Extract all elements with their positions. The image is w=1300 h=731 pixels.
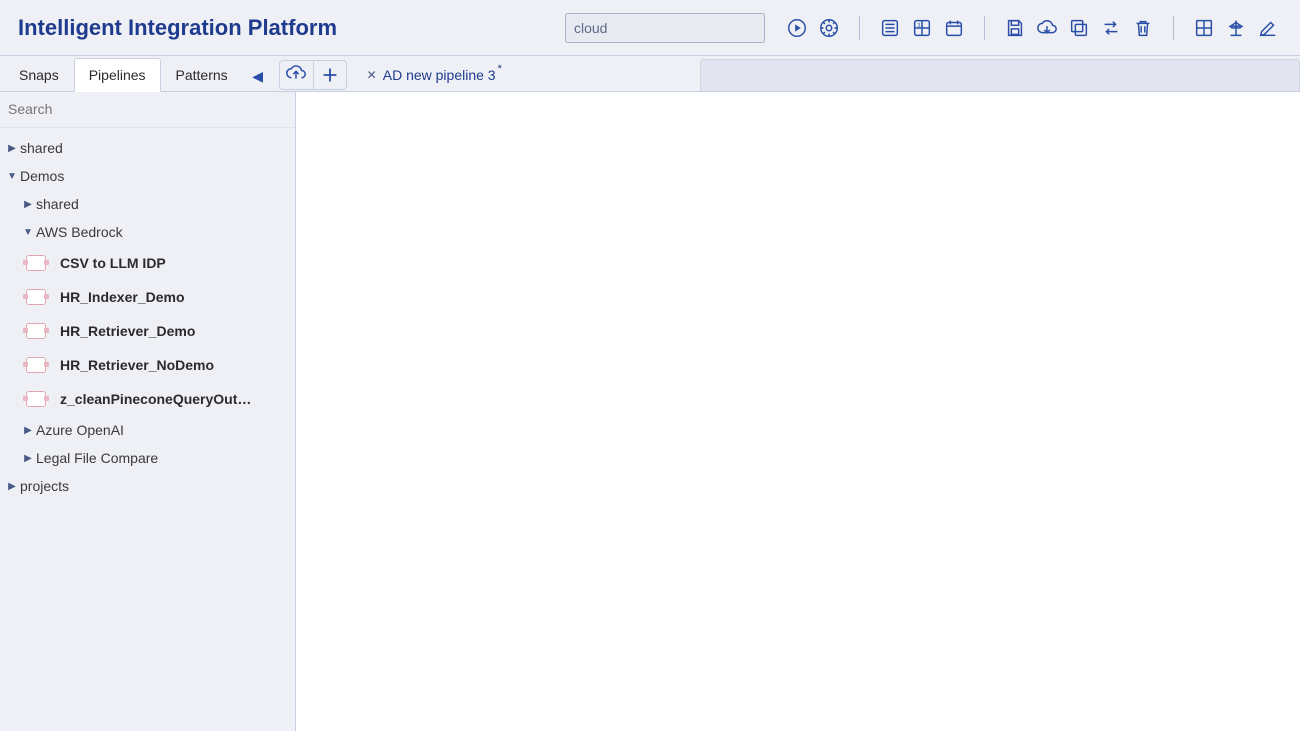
tree-label: Azure OpenAI: [36, 422, 124, 438]
svg-text:31: 31: [917, 23, 923, 29]
swap-icon[interactable]: [1097, 14, 1125, 42]
edit-icon[interactable]: [1254, 14, 1282, 42]
unsaved-indicator-icon: *: [498, 63, 502, 75]
sidebar: ▶ shared ▼ Demos ▶ shared ▼ AWS Bedrock …: [0, 92, 296, 731]
close-tab-icon[interactable]: ✕: [367, 68, 377, 82]
calendar-icon[interactable]: [940, 14, 968, 42]
list-icon[interactable]: [876, 14, 904, 42]
add-icon[interactable]: [313, 60, 347, 90]
tree-label: Legal File Compare: [36, 450, 158, 466]
tree-label: projects: [20, 478, 69, 494]
tree-node-aws-bedrock[interactable]: ▼ AWS Bedrock: [0, 218, 295, 246]
pipeline-label: z_cleanPineconeQueryOut…: [60, 391, 251, 407]
chevron-right-icon: ▶: [4, 143, 20, 154]
trash-icon[interactable]: [1129, 14, 1157, 42]
sidebar-search-input[interactable]: [6, 100, 285, 118]
top-search: [565, 13, 765, 43]
tab-pipelines[interactable]: Pipelines: [74, 58, 161, 92]
chevron-right-icon: ▶: [20, 425, 36, 436]
chevron-down-icon: ▼: [4, 171, 20, 182]
pipeline-icon: [22, 388, 50, 410]
second-bar: Snaps Pipelines Patterns ◀ ✕ AD new pipe…: [0, 56, 1300, 92]
pipeline-label: HR_Retriever_Demo: [60, 323, 195, 339]
pipeline-icon: [22, 354, 50, 376]
tree-node-projects[interactable]: ▶ projects: [0, 472, 295, 500]
tree-label: Demos: [20, 168, 64, 184]
chevron-right-icon: ▶: [20, 199, 36, 210]
pipeline-canvas[interactable]: [296, 92, 1300, 731]
tree-label: shared: [20, 140, 63, 156]
pipeline-tree: ▶ shared ▼ Demos ▶ shared ▼ AWS Bedrock …: [0, 128, 295, 506]
toolbar: 31: [765, 14, 1300, 42]
sidebar-tabs: Snaps Pipelines Patterns ◀: [0, 56, 273, 91]
pipeline-icon: [22, 252, 50, 274]
tree-node-demos-shared[interactable]: ▶ shared: [0, 190, 295, 218]
chevron-right-icon: ▶: [20, 453, 36, 464]
scale-icon[interactable]: [1222, 14, 1250, 42]
open-pipeline-label: AD new pipeline 3: [383, 67, 496, 83]
tab-snaps[interactable]: Snaps: [4, 58, 74, 91]
chevron-down-icon: ▼: [20, 227, 36, 238]
pipeline-item[interactable]: HR_Indexer_Demo: [0, 280, 295, 314]
pipeline-label: CSV to LLM IDP: [60, 255, 166, 271]
tree-node-legal[interactable]: ▶ Legal File Compare: [0, 444, 295, 472]
save-icon[interactable]: [1001, 14, 1029, 42]
tree-label: shared: [36, 196, 79, 212]
pipeline-label: HR_Indexer_Demo: [60, 289, 185, 305]
grid-icon[interactable]: 31: [908, 14, 936, 42]
import-icon[interactable]: [279, 60, 313, 90]
collapse-sidebar-icon[interactable]: ◀: [243, 62, 273, 91]
top-search-input[interactable]: [565, 13, 765, 43]
pipeline-item[interactable]: HR_Retriever_Demo: [0, 314, 295, 348]
layout-icon[interactable]: [1190, 14, 1218, 42]
gear-circle-icon[interactable]: [815, 14, 843, 42]
chevron-right-icon: ▶: [4, 481, 20, 492]
inactive-tab-area: [700, 59, 1300, 91]
tab-patterns[interactable]: Patterns: [161, 58, 243, 91]
tree-node-demos[interactable]: ▼ Demos: [0, 162, 295, 190]
top-bar: Intelligent Integration Platform 31: [0, 0, 1300, 56]
pipeline-icon: [22, 320, 50, 342]
pipeline-label: HR_Retriever_NoDemo: [60, 357, 214, 373]
open-pipeline-tab[interactable]: ✕ AD new pipeline 3 *: [357, 59, 512, 91]
copy-icon[interactable]: [1065, 14, 1093, 42]
pipeline-item[interactable]: z_cleanPineconeQueryOut…: [0, 382, 295, 416]
pipeline-icon: [22, 286, 50, 308]
play-circle-icon[interactable]: [783, 14, 811, 42]
pipeline-item[interactable]: HR_Retriever_NoDemo: [0, 348, 295, 382]
pipeline-item[interactable]: CSV to LLM IDP: [0, 246, 295, 280]
app-title: Intelligent Integration Platform: [0, 15, 355, 41]
tree-node-shared[interactable]: ▶ shared: [0, 134, 295, 162]
tree-node-azure[interactable]: ▶ Azure OpenAI: [0, 416, 295, 444]
tree-label: AWS Bedrock: [36, 224, 123, 240]
cloud-download-icon[interactable]: [1033, 14, 1061, 42]
